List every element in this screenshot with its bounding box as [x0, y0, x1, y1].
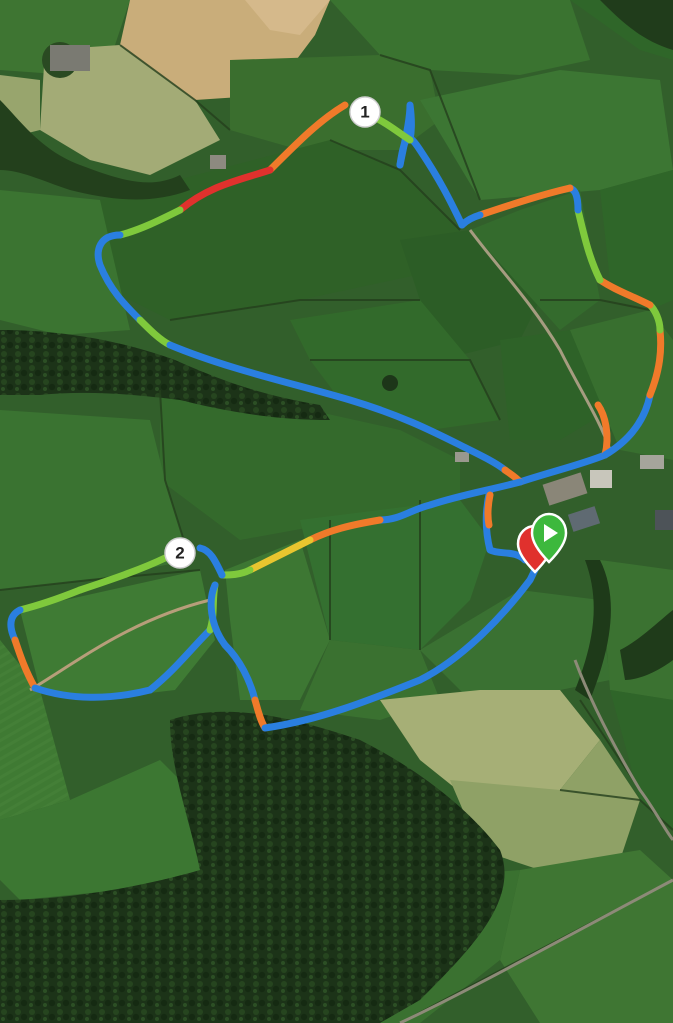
lap-marker-1-label: 1 [360, 103, 369, 122]
lap-marker-2[interactable]: 2 [164, 537, 196, 569]
route-segment [484, 491, 494, 529]
satellite-map[interactable]: 1 2 [0, 0, 673, 1023]
lap-marker-2-label: 2 [175, 544, 184, 563]
map-view[interactable]: 1 2 [0, 0, 673, 1023]
lap-marker-1[interactable]: 1 [349, 96, 381, 128]
